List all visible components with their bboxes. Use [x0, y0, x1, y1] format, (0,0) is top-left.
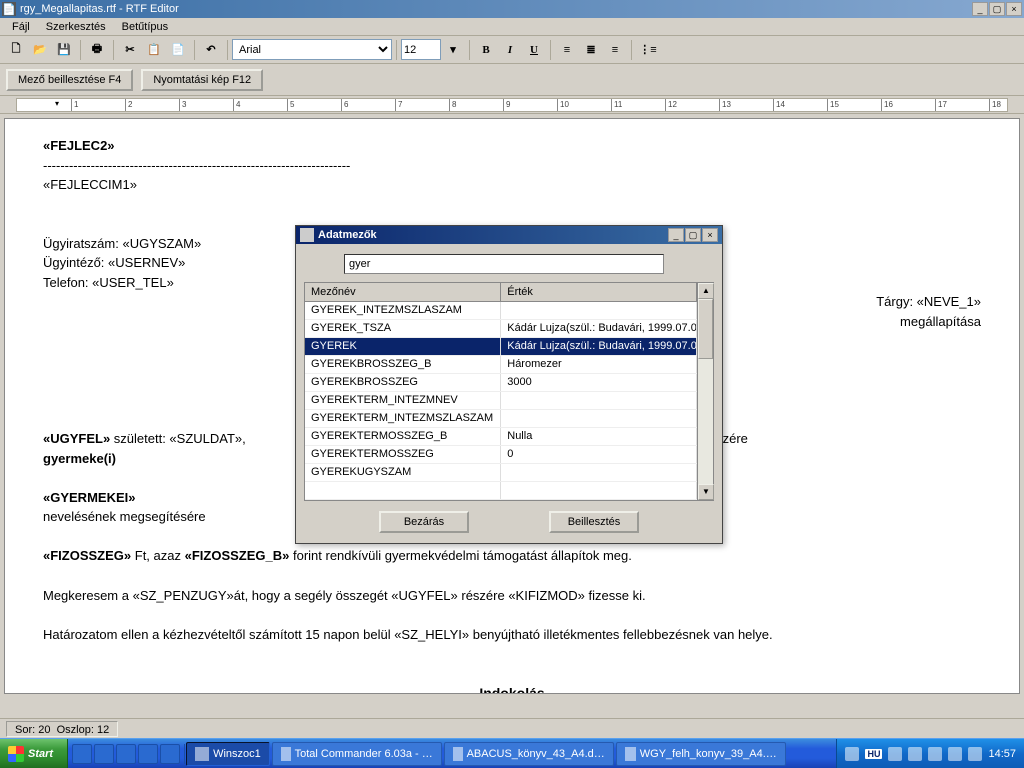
- cut-icon[interactable]: ✂: [119, 39, 141, 61]
- indent-marker-icon[interactable]: ▾: [55, 99, 63, 112]
- indokolas-heading: Indokolás: [43, 684, 981, 694]
- action-bar: Mező beillesztése F4 Nyomtatási kép F12: [0, 64, 1024, 96]
- clock[interactable]: 14:57: [988, 748, 1016, 760]
- ql-icon-5[interactable]: [160, 744, 180, 764]
- ql-icon-3[interactable]: [116, 744, 136, 764]
- close-button[interactable]: ×: [1006, 2, 1022, 16]
- open-icon[interactable]: 📂: [29, 39, 51, 61]
- maximize-button[interactable]: ▢: [989, 2, 1005, 16]
- fizosszeg-paragraph: «FIZOSSZEG» Ft, azaz «FIZOSSZEG_B» forin…: [43, 547, 981, 565]
- grid-row[interactable]: GYEREK_TSZAKádár Lujza(szül.: Budavári, …: [305, 319, 697, 337]
- task-icon: [195, 747, 209, 761]
- print-icon[interactable]: 🖶: [86, 39, 108, 61]
- dialog-title: Adatmezők: [318, 229, 377, 241]
- dialog-insert-btn[interactable]: Beillesztés: [549, 511, 639, 533]
- adatmezok-dialog: Adatmezők _ ▢ × Mezőnév Érték: [295, 225, 723, 544]
- scroll-down-icon[interactable]: ▼: [698, 484, 714, 500]
- undo-icon[interactable]: ↶: [200, 39, 222, 61]
- grid-row[interactable]: GYEREKBROSSZEG3000: [305, 373, 697, 391]
- underline-button[interactable]: U: [523, 39, 545, 61]
- tray-icon-2[interactable]: [888, 747, 902, 761]
- start-button[interactable]: Start: [0, 739, 68, 768]
- minimize-button[interactable]: _: [972, 2, 988, 16]
- grid-row[interactable]: GYEREKUGYSZAM: [305, 463, 697, 481]
- scroll-up-icon[interactable]: ▲: [698, 283, 714, 299]
- status-position: Sor: 20 Oszlop: 12: [6, 721, 118, 737]
- grid-row[interactable]: GYEREKTERMOSSZEG_BNulla: [305, 427, 697, 445]
- dialog-grid[interactable]: Mezőnév Érték GYEREK_INTEZMSZLASZAMGYERE…: [305, 283, 697, 500]
- taskbar-task[interactable]: ABACUS_könyv_43_A4.d…: [444, 742, 614, 766]
- dialog-scrollbar[interactable]: ▲ ▼: [697, 283, 713, 500]
- align-right-icon[interactable]: ≡: [604, 39, 626, 61]
- dialog-maximize-button[interactable]: ▢: [685, 228, 701, 242]
- paste-icon[interactable]: 📄: [167, 39, 189, 61]
- hatarozat-line: Határozatom ellen a kézhezvételtől számí…: [43, 626, 981, 644]
- bullets-icon[interactable]: ⋮≡: [637, 39, 659, 61]
- bold-button[interactable]: B: [475, 39, 497, 61]
- grid-row[interactable]: GYEREKKádár Lujza(szül.: Budavári, 1999.…: [305, 337, 697, 355]
- menu-edit[interactable]: Szerkesztés: [38, 19, 114, 35]
- field-fejleccim1: «FEJLECCIM1»: [43, 176, 981, 194]
- font-size-input[interactable]: [401, 39, 441, 60]
- dialog-minimize-button[interactable]: _: [668, 228, 684, 242]
- tray-icon-5[interactable]: [948, 747, 962, 761]
- tray-icon-3[interactable]: [908, 747, 922, 761]
- insert-field-button[interactable]: Mező beillesztése F4: [6, 69, 133, 91]
- grid-row[interactable]: GYEREKBROSSZEG_BHáromezer: [305, 355, 697, 373]
- new-icon[interactable]: 🗋: [5, 39, 27, 61]
- dialog-close-btn[interactable]: Bezárás: [379, 511, 469, 533]
- ql-icon-4[interactable]: [138, 744, 158, 764]
- align-center-icon[interactable]: ≣: [580, 39, 602, 61]
- dialog-titlebar[interactable]: Adatmezők _ ▢ ×: [296, 226, 722, 244]
- taskbar-task[interactable]: Total Commander 6.03a - …: [272, 742, 442, 766]
- ql-icon-2[interactable]: [94, 744, 114, 764]
- grid-row[interactable]: GYEREKTERM_INTEZMSZLASZAM: [305, 409, 697, 427]
- grid-row[interactable]: GYEREKTERM_INTEZMNEV: [305, 391, 697, 409]
- size-stepper-icon[interactable]: ▾: [442, 39, 464, 61]
- grid-row[interactable]: GYEREKTERMOSSZEG0: [305, 445, 697, 463]
- scroll-thumb[interactable]: [698, 299, 713, 359]
- save-icon[interactable]: 💾: [53, 39, 75, 61]
- grid-header-value[interactable]: Érték: [501, 283, 697, 301]
- ruler[interactable]: ▾ // ticks drawn later 12345678910111213…: [0, 96, 1024, 114]
- dialog-icon: [300, 228, 314, 242]
- window-titlebar: 📄 rgy_Megallapitas.rtf - RTF Editor _ ▢ …: [0, 0, 1024, 18]
- task-icon: [625, 747, 636, 761]
- grid-row[interactable]: [305, 481, 697, 499]
- field-fejlec2: «FEJLEC2»: [43, 137, 981, 155]
- taskbar: Start Winszoc1Total Commander 6.03a - …A…: [0, 738, 1024, 768]
- tray-icon-4[interactable]: [928, 747, 942, 761]
- align-left-icon[interactable]: ≡: [556, 39, 578, 61]
- format-toolbar: 🗋 📂 💾 🖶 ✂ 📋 📄 ↶ Arial ▾ B I U ≡ ≣: [0, 36, 1024, 64]
- quick-launch: [68, 744, 185, 764]
- menubar: Fájl Szerkesztés Betűtípus: [0, 18, 1024, 36]
- grid-header-name[interactable]: Mezőnév: [305, 283, 501, 301]
- taskbar-task[interactable]: Winszoc1: [186, 742, 270, 766]
- ql-icon-1[interactable]: [72, 744, 92, 764]
- system-tray: HU 14:57: [836, 739, 1024, 768]
- tray-icon-6[interactable]: [968, 747, 982, 761]
- task-icon: [281, 747, 291, 761]
- app-icon: 📄: [2, 2, 16, 16]
- window-title: rgy_Megallapitas.rtf - RTF Editor: [20, 3, 179, 15]
- dialog-search-input[interactable]: [344, 254, 664, 274]
- font-name-select[interactable]: Arial: [232, 39, 392, 60]
- menu-font[interactable]: Betűtípus: [114, 19, 176, 35]
- language-indicator[interactable]: HU: [865, 749, 882, 759]
- menu-file[interactable]: Fájl: [4, 19, 38, 35]
- grid-row[interactable]: GYEREK_INTEZMSZLASZAM: [305, 301, 697, 319]
- taskbar-task[interactable]: WGY_felh_konyv_39_A4.…: [616, 742, 786, 766]
- windows-logo-icon: [8, 746, 24, 762]
- print-preview-button[interactable]: Nyomtatási kép F12: [141, 69, 263, 91]
- task-icon: [453, 747, 463, 761]
- megkeresem-line: Megkeresem a «SZ_PENZUGY»át, hogy a segé…: [43, 587, 981, 605]
- separator-dashes: ----------------------------------------…: [43, 157, 981, 175]
- italic-button[interactable]: I: [499, 39, 521, 61]
- copy-icon[interactable]: 📋: [143, 39, 165, 61]
- statusbar: Sor: 20 Oszlop: 12: [0, 718, 1024, 738]
- tray-icon-1[interactable]: [845, 747, 859, 761]
- dialog-close-button[interactable]: ×: [702, 228, 718, 242]
